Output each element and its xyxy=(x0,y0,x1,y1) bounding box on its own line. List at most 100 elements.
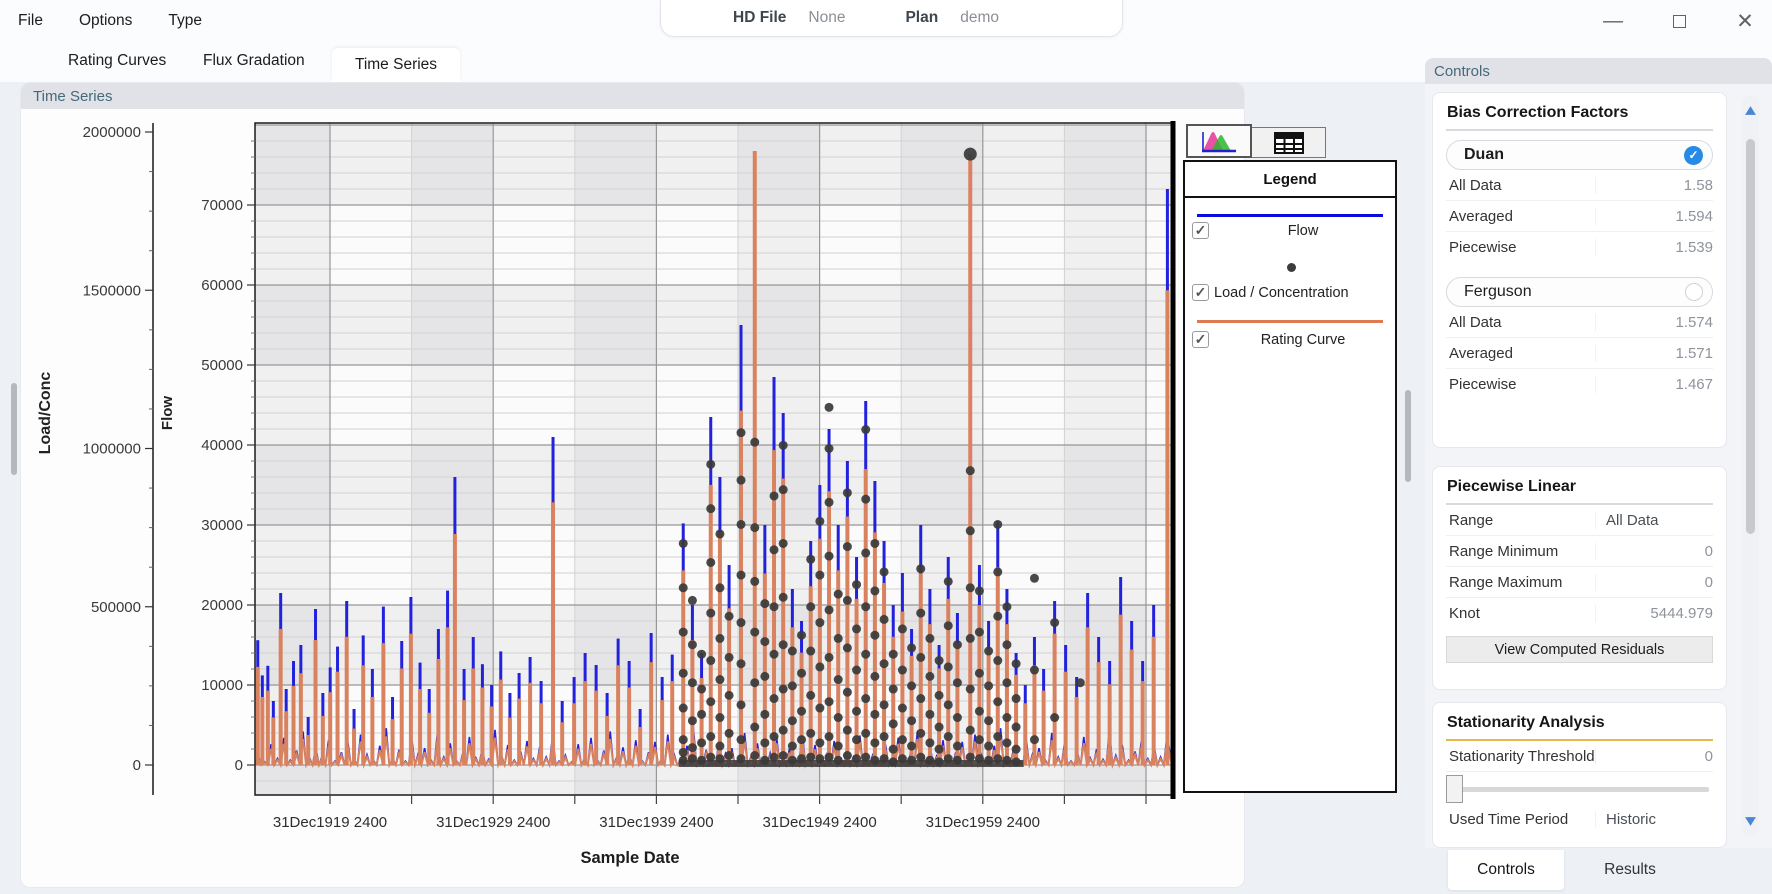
duan-label: Duan xyxy=(1464,146,1504,163)
svg-text:31Dec1959 2400: 31Dec1959 2400 xyxy=(926,814,1040,831)
panel-title: Time Series xyxy=(33,87,113,105)
range-max-field[interactable]: 0 xyxy=(1595,573,1713,591)
svg-text:50000: 50000 xyxy=(201,357,243,374)
load-checkbox[interactable] xyxy=(1192,284,1209,301)
flow-checkbox[interactable] xyxy=(1192,222,1209,239)
table-row: Range Minimum 0 xyxy=(1446,536,1713,567)
controls-panel: Bias Correction Factors Duan All Data 1.… xyxy=(1425,84,1772,848)
range-min-field[interactable]: 0 xyxy=(1595,542,1713,560)
plot-icon xyxy=(1202,132,1236,153)
maximize-icon[interactable] xyxy=(1666,8,1692,34)
rating-label: Rating Curve xyxy=(1260,331,1346,348)
minimize-icon[interactable]: ― xyxy=(1600,8,1626,34)
right-splitter-handle[interactable] xyxy=(1405,390,1411,482)
scrollbar-thumb[interactable] xyxy=(1746,139,1755,534)
scroll-up-icon[interactable] xyxy=(1744,104,1757,117)
plan-value: demo xyxy=(960,9,999,26)
close-icon[interactable]: ✕ xyxy=(1732,8,1758,34)
view-computed-residuals-button[interactable]: View Computed Residuals xyxy=(1446,636,1713,663)
table-row: All Data 1.58 xyxy=(1446,170,1713,201)
table-row: Stationarity Threshold 0 xyxy=(1446,741,1713,772)
table-view-tab[interactable] xyxy=(1252,127,1326,158)
hd-file-label: HD File xyxy=(733,9,787,26)
plot-view-tab[interactable] xyxy=(1186,124,1252,158)
flow-label: Flow xyxy=(1287,222,1319,239)
row-value: 1.539 xyxy=(1595,239,1713,256)
table-row: Range Maximum 0 xyxy=(1446,567,1713,598)
slider-handle[interactable] xyxy=(1446,775,1463,803)
svg-text:2000000: 2000000 xyxy=(83,124,141,141)
left-splitter-handle[interactable] xyxy=(11,383,17,475)
row-label: Stationarity Threshold xyxy=(1449,747,1595,765)
row-value: 1.594 xyxy=(1595,207,1713,225)
row-value: 1.571 xyxy=(1595,344,1713,362)
tab-time-series[interactable]: Time Series xyxy=(332,48,460,82)
svg-text:0: 0 xyxy=(133,757,141,774)
legend-panel: Legend Flow Load / Concentration Rating … xyxy=(1183,160,1397,793)
load-label: Load / Concentration xyxy=(1214,284,1349,301)
table-row: Knot 5444.979 xyxy=(1446,598,1713,629)
svg-text:70000: 70000 xyxy=(201,197,243,214)
svg-text:40000: 40000 xyxy=(201,437,243,454)
title-bar: File Options Type HD File None Plan demo… xyxy=(0,0,1772,44)
svg-text:Flow: Flow xyxy=(159,396,176,430)
legend-item-rating: Rating Curve xyxy=(1192,331,1392,348)
controls-scrollbar[interactable] xyxy=(1742,96,1759,836)
rating-checkbox[interactable] xyxy=(1192,331,1209,348)
row-value: 1.574 xyxy=(1595,313,1713,331)
svg-text:Load/Conc: Load/Conc xyxy=(37,372,54,455)
controls-bottom-tabs: Controls Results xyxy=(1425,848,1772,890)
used-time-period-select[interactable]: Historic xyxy=(1595,811,1713,828)
legend-item-flow: Flow xyxy=(1192,222,1392,239)
menu-bar: File Options Type xyxy=(18,12,202,30)
ferguson-method-toggle[interactable]: Ferguson xyxy=(1446,277,1713,307)
row-label: All Data xyxy=(1449,176,1502,194)
rating-line-swatch xyxy=(1197,320,1383,323)
plan-label: Plan xyxy=(905,9,939,26)
stationarity-slider[interactable] xyxy=(1446,774,1713,804)
svg-text:10000: 10000 xyxy=(201,677,243,694)
stationarity-heading: Stationarity Analysis xyxy=(1446,703,1713,741)
svg-text:60000: 60000 xyxy=(201,277,243,294)
tab-results[interactable]: Results xyxy=(1580,850,1680,890)
range-select[interactable]: All Data xyxy=(1595,511,1713,529)
row-label: Piecewise xyxy=(1449,239,1517,256)
legend-view-tabs xyxy=(1186,124,1326,158)
bias-correction-card: Bias Correction Factors Duan All Data 1.… xyxy=(1432,92,1727,448)
load-dot-swatch xyxy=(1287,263,1296,272)
svg-text:31Dec1939 2400: 31Dec1939 2400 xyxy=(599,814,713,831)
threshold-field[interactable]: 0 xyxy=(1595,747,1713,765)
svg-text:500000: 500000 xyxy=(91,599,141,616)
duan-method-toggle[interactable]: Duan xyxy=(1446,140,1713,170)
radio-selected-icon xyxy=(1684,145,1703,165)
svg-text:31Dec1949 2400: 31Dec1949 2400 xyxy=(762,814,876,831)
svg-text:31Dec1919 2400: 31Dec1919 2400 xyxy=(273,814,387,831)
row-label: Range xyxy=(1449,511,1494,529)
controls-panel-header: Controls xyxy=(1425,58,1772,84)
flow-line-swatch xyxy=(1197,214,1383,217)
tab-rating-curves[interactable]: Rating Curves xyxy=(68,52,166,70)
radio-unselected-icon xyxy=(1685,283,1703,301)
menu-file[interactable]: File xyxy=(18,12,43,30)
table-icon xyxy=(1273,131,1304,154)
legend-item-load: Load / Concentration xyxy=(1192,284,1392,301)
scroll-down-icon[interactable] xyxy=(1744,815,1757,828)
tab-controls[interactable]: Controls xyxy=(1448,850,1564,890)
row-label: Range Minimum xyxy=(1449,542,1559,560)
table-row: Averaged 1.594 xyxy=(1446,201,1713,232)
menu-options[interactable]: Options xyxy=(79,12,132,30)
row-label: Averaged xyxy=(1449,207,1513,225)
bias-heading: Bias Correction Factors xyxy=(1446,93,1713,131)
legend-title: Legend xyxy=(1185,162,1395,198)
time-series-chart[interactable]: 0 500000 1000000 1500000 2000000 0 10000 20000 3… xyxy=(20,108,1245,888)
table-row: Averaged 1.571 xyxy=(1446,338,1713,369)
table-row: Used Time Period Historic xyxy=(1446,804,1713,835)
svg-text:30000: 30000 xyxy=(201,517,243,534)
row-label: Range Maximum xyxy=(1449,573,1563,591)
row-label: Averaged xyxy=(1449,344,1513,362)
file-plan-status: HD File None Plan demo xyxy=(660,0,1123,37)
tab-flux-gradation[interactable]: Flux Gradation xyxy=(203,52,305,70)
slider-track[interactable] xyxy=(1448,787,1709,792)
menu-type[interactable]: Type xyxy=(168,12,202,30)
row-value: 1.58 xyxy=(1595,176,1713,194)
